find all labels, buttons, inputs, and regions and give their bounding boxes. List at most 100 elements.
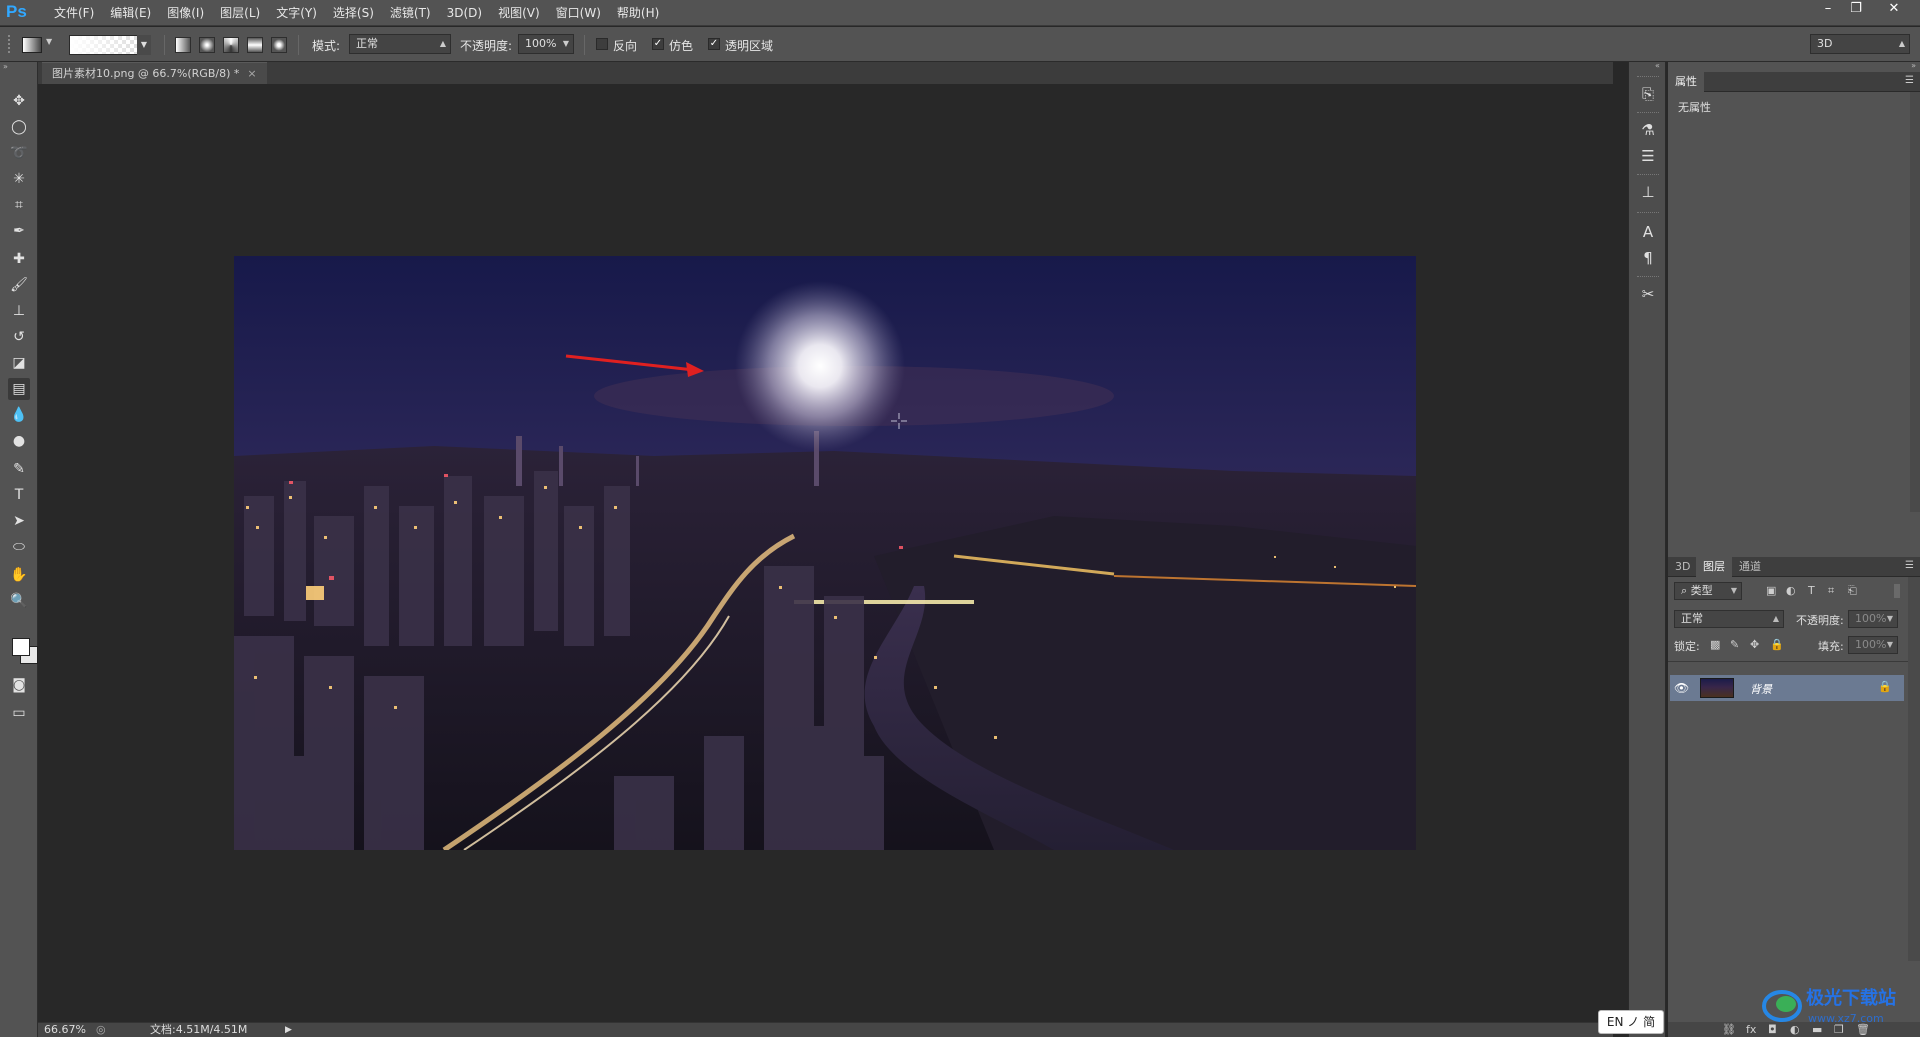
lock-all-icon[interactable]: 🔒 [1770,638,1784,651]
move-tool-icon[interactable]: ✥ [8,90,30,112]
document-tab[interactable]: 图片素材10.png @ 66.7%(RGB/8) * × [42,62,267,84]
collapsed-panel-dock: « ⎘ ⚗ ☰ ⊥ A ¶ ✂ [1628,61,1666,1037]
hand-tool-icon[interactable]: ✋ [8,564,30,586]
foreground-color-swatch[interactable] [12,638,30,656]
ime-indicator[interactable]: EN ノ 简 [1598,1010,1664,1034]
history-brush-tool-icon[interactable]: ↺ [8,326,30,348]
menu-layer[interactable]: 图层(L) [212,5,268,21]
menu-file[interactable]: 文件(F) [46,5,102,21]
healing-brush-tool-icon[interactable]: ✚ [8,248,30,270]
magic-wand-tool-icon[interactable]: ✳ [8,168,30,190]
lock-pixels-icon[interactable]: ✎ [1730,638,1739,651]
layer-opacity-field[interactable]: 100% ▼ [1848,610,1898,628]
expand-dock-icon[interactable]: » [1911,61,1916,70]
history-panel-icon[interactable]: ⎘ [1638,84,1658,104]
angle-gradient-icon[interactable] [223,37,239,53]
menu-3d[interactable]: 3D(D) [439,5,490,21]
filter-type-icon[interactable]: T [1808,584,1815,597]
tool-presets-icon[interactable]: ✂ [1638,284,1658,304]
menu-filter[interactable]: 滤镜(T) [382,5,439,21]
menu-type[interactable]: 文字(Y) [268,5,325,21]
layer-row-background[interactable]: 👁 背景 🔒 [1670,675,1904,701]
layer-thumbnail [1700,678,1734,698]
properties-scrollbar[interactable] [1910,92,1920,512]
divider [298,35,299,55]
tab-3d[interactable]: 3D [1668,557,1697,577]
filter-shape-icon[interactable]: ⌗ [1828,584,1834,598]
minimize-button[interactable]: – [1814,0,1842,20]
zoom-tool-icon[interactable]: 🔍 [8,590,30,612]
gradient-tool-icon[interactable]: ▤ [8,378,30,400]
transparency-checkbox[interactable]: ✓ [708,38,720,50]
close-tab-icon[interactable]: × [247,67,256,80]
type-tool-icon[interactable]: T [8,484,30,506]
status-menu-arrow-icon[interactable]: ▶ [285,1023,292,1037]
lasso-tool-icon[interactable]: ➰ [8,142,30,164]
gradient-dropdown-chevron-icon[interactable]: ▼ [137,35,151,55]
eraser-tool-icon[interactable]: ◪ [8,352,30,374]
menu-window[interactable]: 窗口(W) [548,5,609,21]
radial-gradient-icon[interactable] [199,37,215,53]
dither-checkbox[interactable]: ✓ [652,38,664,50]
tool-preset-icon[interactable] [22,37,42,53]
menu-select[interactable]: 选择(S) [325,5,382,21]
linear-gradient-icon[interactable] [175,37,191,53]
opacity-field[interactable]: 100% ▼ [518,34,574,54]
quick-mask-icon[interactable]: ◙ [8,674,30,696]
collapse-dock-icon[interactable]: « [1655,61,1660,70]
eyedropper-tool-icon[interactable]: ✒ [8,220,30,242]
brush-tool-icon[interactable]: 🖌 [8,274,30,296]
dropdown-arrow-icon: ▼ [1886,640,1893,649]
diamond-gradient-icon[interactable] [271,37,287,53]
layer-name[interactable]: 背景 [1750,681,1772,697]
reverse-checkbox[interactable] [596,38,608,50]
document-image[interactable] [234,256,1416,850]
collapse-arrows-icon[interactable]: » [0,62,38,72]
character-panel-icon[interactable]: A [1638,222,1658,242]
screen-mode-icon[interactable]: ▭ [8,702,30,724]
blend-mode-dropdown[interactable]: 正常 ▲ [1674,610,1784,628]
lock-position-icon[interactable]: ✥ [1750,638,1759,651]
path-selection-tool-icon[interactable]: ➤ [8,510,30,532]
filter-adjustment-icon[interactable]: ◐ [1786,584,1796,597]
link-layers-icon[interactable]: ⛓ [1722,1023,1736,1036]
layer-opacity-value: 100% [1855,612,1887,625]
layer-filter-dropdown[interactable]: ⌕ 类型 ▼ [1674,582,1742,600]
adjustments-icon[interactable]: ☰ [1638,146,1658,166]
pen-tool-icon[interactable]: ✎ [8,458,30,480]
fill-field[interactable]: 100% ▼ [1848,636,1898,654]
eye-icon[interactable]: 👁 [1674,681,1689,695]
filter-toggle[interactable] [1894,584,1900,598]
lock-transparency-icon[interactable]: ▩ [1710,638,1720,651]
menu-image[interactable]: 图像(I) [159,5,212,21]
tab-layers[interactable]: 图层 [1696,557,1732,577]
close-button[interactable]: ✕ [1880,0,1908,20]
marquee-tool-icon[interactable]: ◯ [8,116,30,138]
clone-source-icon[interactable]: ⊥ [1638,182,1658,202]
blur-tool-icon[interactable]: 💧 [8,404,30,426]
panel-menu-icon[interactable]: ☰ [1905,75,1914,86]
layer-style-fx-icon[interactable]: fx [1746,1023,1756,1036]
filter-pixel-icon[interactable]: ▣ [1766,584,1776,597]
menu-edit[interactable]: 编辑(E) [102,5,159,21]
clone-stamp-tool-icon[interactable]: ⊥ [8,300,30,322]
reflected-gradient-icon[interactable] [247,37,263,53]
panel-menu-icon[interactable]: ☰ [1905,560,1914,571]
tool-preset-chevron-down-icon[interactable]: ▼ [46,37,52,46]
crop-tool-icon[interactable]: ⌗ [8,194,30,216]
paragraph-panel-icon[interactable]: ¶ [1638,248,1658,268]
shape-tool-icon[interactable]: ⬭ [8,536,30,558]
zoom-level[interactable]: 66.67% [44,1023,86,1037]
panel-grip [1637,174,1659,176]
tab-channels[interactable]: 通道 [1732,557,1768,577]
mode-dropdown[interactable]: 正常 ▲ [349,34,451,54]
dodge-tool-icon[interactable]: ● [8,430,30,452]
workspace-dropdown[interactable]: 3D ▲ [1810,34,1910,54]
filter-smart-object-icon[interactable]: ⎗ [1848,584,1857,598]
brush-presets-icon[interactable]: ⚗ [1638,120,1658,140]
menu-help[interactable]: 帮助(H) [609,5,667,21]
layers-scrollbar[interactable] [1908,577,1920,961]
restore-button[interactable]: ❐ [1842,0,1870,20]
tab-properties[interactable]: 属性 [1668,72,1704,92]
menu-view[interactable]: 视图(V) [490,5,548,21]
